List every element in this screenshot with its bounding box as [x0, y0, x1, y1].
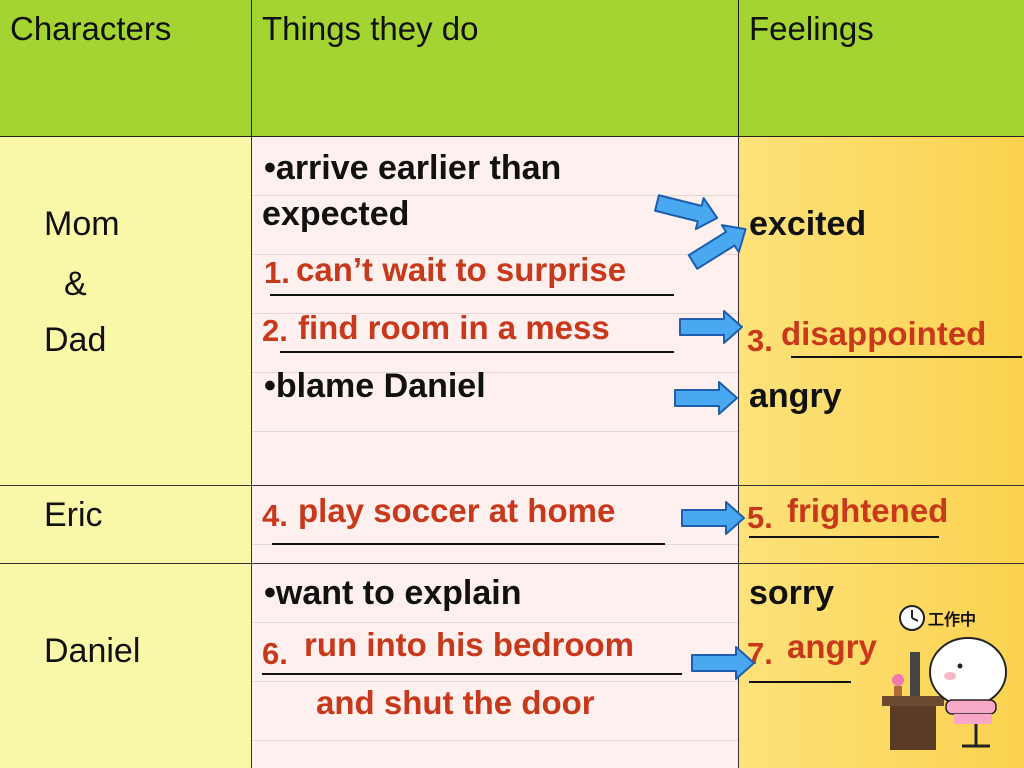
answer-number-6: 6.: [262, 636, 288, 671]
answer-3-underline: [791, 356, 1022, 358]
header-things-cell: Things they do: [252, 0, 739, 137]
answer-4: play soccer at home: [298, 492, 616, 529]
feeling-angry: angry: [749, 377, 842, 415]
answer-7-underline: [749, 681, 851, 683]
feeling-sorry: sorry: [749, 574, 835, 612]
name-dad: Dad: [44, 321, 107, 359]
parents-character-cell: Mom & Dad: [0, 137, 252, 486]
name-mom: Mom: [44, 205, 120, 243]
answer-number-5: 5.: [747, 500, 773, 535]
answer-1-underline: [270, 294, 674, 296]
working-label: 工作中: [928, 610, 977, 629]
parents-bullet-arrive: •arrive earlier than: [264, 149, 562, 187]
daniel-character-cell: Daniel: [0, 564, 252, 768]
header-things: Things they do: [262, 10, 479, 47]
parents-bullet-arrive-cont: expected: [262, 195, 410, 233]
answer-2-underline: [280, 351, 674, 353]
answer-7: angry: [787, 628, 877, 665]
header-feelings: Feelings: [749, 10, 874, 47]
answer-4-underline: [272, 543, 665, 545]
header-feelings-cell: Feelings: [739, 0, 1024, 137]
answer-6-line1: run into his bedroom: [304, 626, 634, 663]
eric-things-cell: 4. play soccer at home: [252, 486, 739, 564]
answer-2: find room in a mess: [298, 309, 610, 346]
daniel-bullet-explain: •want to explain: [264, 574, 522, 612]
name-eric: Eric: [44, 496, 103, 534]
parents-bullet-blame: •blame Daniel: [264, 367, 486, 405]
name-ampersand: &: [64, 265, 87, 303]
answer-number-7: 7.: [747, 636, 773, 671]
answer-6-underline: [262, 673, 682, 675]
header-characters-cell: Characters: [0, 0, 252, 137]
answer-number-4: 4.: [262, 498, 288, 533]
answer-6-line2: and shut the door: [316, 684, 595, 721]
answer-5-underline: [749, 536, 939, 538]
slide: Characters Things they do Feelings Mom &…: [0, 0, 1024, 768]
parents-things-cell: •arrive earlier than expected 1. can’t w…: [252, 137, 739, 486]
answer-number-3: 3.: [747, 323, 773, 358]
name-daniel: Daniel: [44, 632, 141, 670]
answer-number-1: 1.: [264, 255, 290, 290]
eric-character-cell: Eric: [0, 486, 252, 564]
answer-number-2: 2.: [262, 313, 288, 348]
working-sticker: 工作中: [876, 596, 1016, 754]
eric-feelings-cell: 5. frightened: [739, 486, 1024, 564]
feeling-excited: excited: [749, 205, 867, 243]
answer-1: can’t wait to surprise: [296, 251, 627, 288]
answer-3: disappointed: [781, 315, 987, 352]
parents-feelings-cell: excited 3. disappointed angry: [739, 137, 1024, 486]
header-characters: Characters: [10, 10, 172, 47]
daniel-things-cell: •want to explain 6. run into his bedroom…: [252, 564, 739, 768]
answer-5: frightened: [787, 492, 949, 529]
